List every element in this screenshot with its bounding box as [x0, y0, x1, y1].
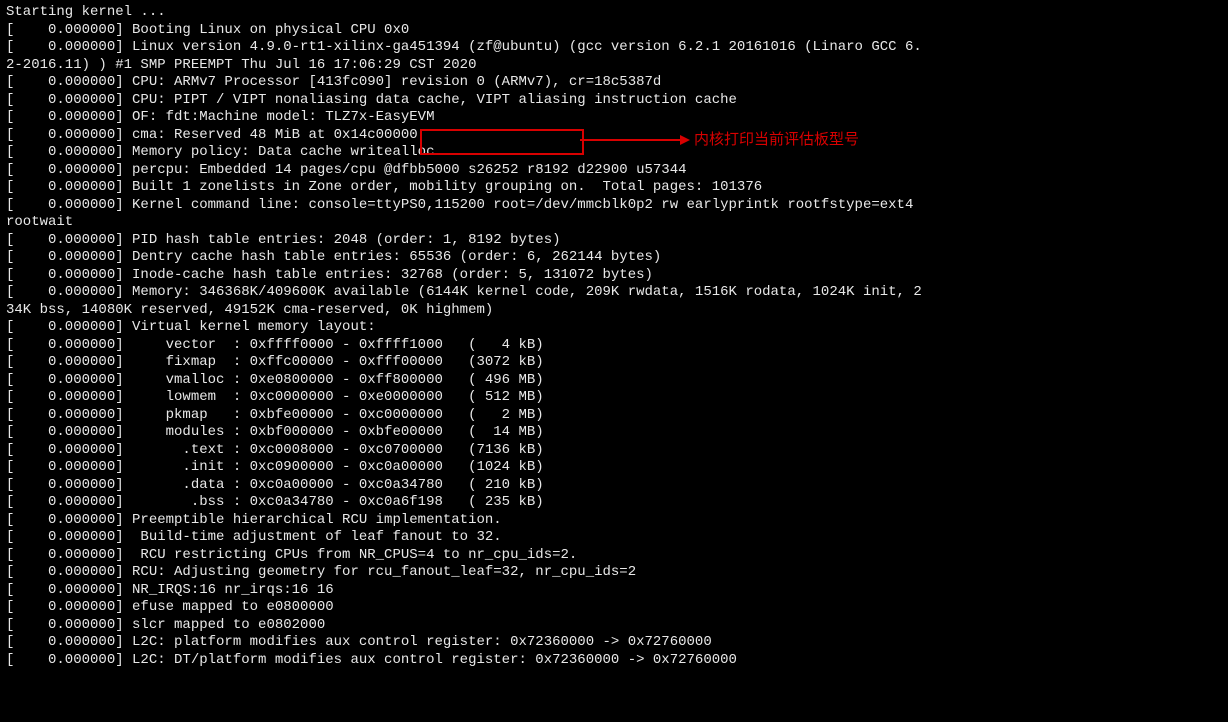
terminal-line: [ 0.000000] efuse mapped to e0800000	[6, 599, 1222, 617]
terminal-line: [ 0.000000] OF: fdt:Machine model: TLZ7x…	[6, 109, 1222, 127]
terminal-line: [ 0.000000] Booting Linux on physical CP…	[6, 22, 1222, 40]
terminal-line: [ 0.000000] slcr mapped to e0802000	[6, 617, 1222, 635]
terminal-output: Starting kernel ...[ 0.000000] Booting L…	[0, 0, 1228, 673]
terminal-line: [ 0.000000] Memory: 346368K/409600K avai…	[6, 284, 1222, 302]
terminal-line: [ 0.000000] RCU: Adjusting geometry for …	[6, 564, 1222, 582]
terminal-line: [ 0.000000] Memory policy: Data cache wr…	[6, 144, 1222, 162]
terminal-line: [ 0.000000] cma: Reserved 48 MiB at 0x14…	[6, 127, 1222, 145]
terminal-line: [ 0.000000] NR_IRQS:16 nr_irqs:16 16	[6, 582, 1222, 600]
terminal-line: [ 0.000000] .bss : 0xc0a34780 - 0xc0a6f1…	[6, 494, 1222, 512]
terminal-line: [ 0.000000] RCU restricting CPUs from NR…	[6, 547, 1222, 565]
terminal-line: [ 0.000000] vmalloc : 0xe0800000 - 0xff8…	[6, 372, 1222, 390]
terminal-line: [ 0.000000] CPU: ARMv7 Processor [413fc0…	[6, 74, 1222, 92]
terminal-line: 2-2016.11) ) #1 SMP PREEMPT Thu Jul 16 1…	[6, 57, 1222, 75]
terminal-line: [ 0.000000] Inode-cache hash table entri…	[6, 267, 1222, 285]
terminal-line: [ 0.000000] Kernel command line: console…	[6, 197, 1222, 215]
terminal-line: [ 0.000000] percpu: Embedded 14 pages/cp…	[6, 162, 1222, 180]
terminal-line: [ 0.000000] Virtual kernel memory layout…	[6, 319, 1222, 337]
terminal-line: [ 0.000000] fixmap : 0xffc00000 - 0xfff0…	[6, 354, 1222, 372]
terminal-line: [ 0.000000] modules : 0xbf000000 - 0xbfe…	[6, 424, 1222, 442]
terminal-line: [ 0.000000] L2C: platform modifies aux c…	[6, 634, 1222, 652]
terminal-line: [ 0.000000] lowmem : 0xc0000000 - 0xe000…	[6, 389, 1222, 407]
terminal-line: [ 0.000000] .init : 0xc0900000 - 0xc0a00…	[6, 459, 1222, 477]
terminal-line: [ 0.000000] CPU: PIPT / VIPT nonaliasing…	[6, 92, 1222, 110]
terminal-line: Starting kernel ...	[6, 4, 1222, 22]
terminal-line: [ 0.000000] Linux version 4.9.0-rt1-xili…	[6, 39, 1222, 57]
terminal-line: [ 0.000000] .data : 0xc0a00000 - 0xc0a34…	[6, 477, 1222, 495]
terminal-line: [ 0.000000] vector : 0xffff0000 - 0xffff…	[6, 337, 1222, 355]
terminal-line: [ 0.000000] Dentry cache hash table entr…	[6, 249, 1222, 267]
terminal-line: 34K bss, 14080K reserved, 49152K cma-res…	[6, 302, 1222, 320]
terminal-line: [ 0.000000] Preemptible hierarchical RCU…	[6, 512, 1222, 530]
terminal-line: [ 0.000000] Built 1 zonelists in Zone or…	[6, 179, 1222, 197]
terminal-line: [ 0.000000] pkmap : 0xbfe00000 - 0xc0000…	[6, 407, 1222, 425]
terminal-line: [ 0.000000] PID hash table entries: 2048…	[6, 232, 1222, 250]
terminal-line: [ 0.000000] Build-time adjustment of lea…	[6, 529, 1222, 547]
terminal-line: [ 0.000000] L2C: DT/platform modifies au…	[6, 652, 1222, 670]
terminal-line: [ 0.000000] .text : 0xc0008000 - 0xc0700…	[6, 442, 1222, 460]
terminal-line: rootwait	[6, 214, 1222, 232]
